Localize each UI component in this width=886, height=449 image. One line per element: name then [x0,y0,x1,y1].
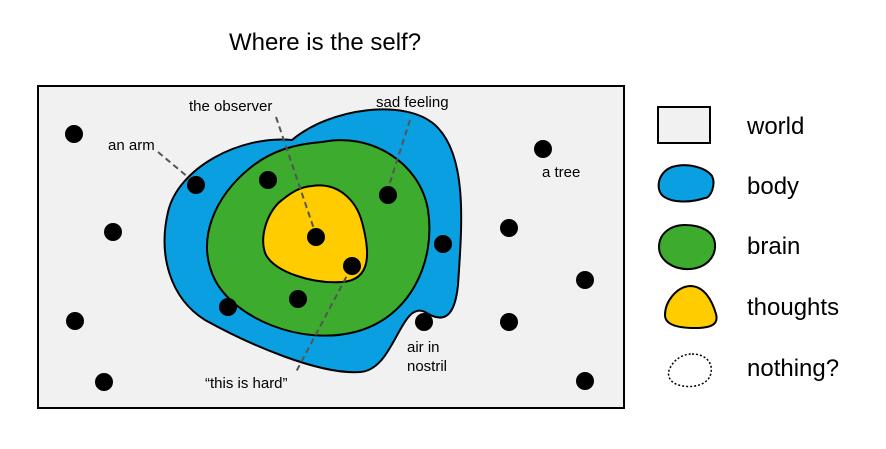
label-an-arm: an arm [108,137,155,154]
legend-label-brain: brain [747,233,800,260]
diagram-title: Where is the self? [229,29,421,56]
legend-label-thoughts: thoughts [747,294,839,321]
legend: world body brain thoughts nothing? [657,106,839,388]
dot [500,219,518,237]
self-diagram: Where is the self? an arm the observer s… [37,29,839,409]
dot [259,171,277,189]
legend-swatch-body [657,164,715,203]
dot-a-tree [534,140,552,158]
label-air-in-nostril-line1: air in [407,339,440,356]
legend-swatch-brain [657,223,717,271]
dot [576,271,594,289]
legend-label-world: world [746,113,804,140]
label-a-tree: a tree [542,164,580,181]
dot [104,223,122,241]
legend-swatch-world [657,106,711,144]
dot [500,313,518,331]
dot [66,312,84,330]
legend-label-body: body [747,173,799,200]
dot [289,290,307,308]
dot [95,373,113,391]
dot-the-observer [307,228,325,246]
dot [576,372,594,390]
legend-swatch-thoughts [663,284,718,330]
label-this-is-hard: “this is hard” [205,375,288,392]
dot-air-in-nostril [415,313,433,331]
dot-sad-feeling [379,186,397,204]
legend-swatch-nothing [667,353,713,388]
dot-an-arm [187,176,205,194]
label-the-observer: the observer [189,98,272,115]
dot [434,235,452,253]
dot [65,125,83,143]
label-sad-feeling: sad feeling [376,94,449,111]
legend-label-nothing: nothing? [747,355,839,382]
label-air-in-nostril-line2: nostril [407,358,447,375]
dot-this-is-hard [343,257,361,275]
dot [219,298,237,316]
